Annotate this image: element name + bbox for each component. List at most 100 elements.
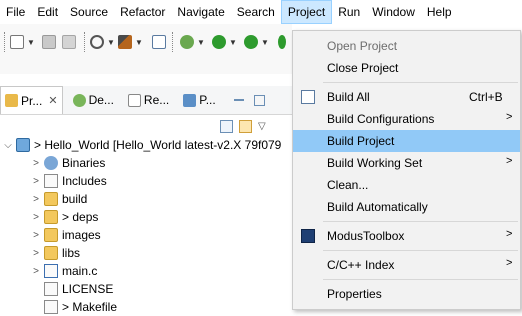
- tree-label: Includes: [62, 174, 107, 188]
- tab-registers[interactable]: Re...: [124, 86, 173, 114]
- menu-separator: [323, 82, 518, 83]
- menu-separator: [323, 250, 518, 251]
- menu-item-clean[interactable]: Clean...: [293, 174, 520, 196]
- expand-icon[interactable]: >: [30, 212, 42, 223]
- menu-item-build-project[interactable]: Build Project: [293, 130, 520, 152]
- menu-item-build-configurations[interactable]: Build Configurations >: [293, 108, 520, 130]
- debug-icon: [72, 93, 86, 107]
- expand-icon[interactable]: ⌵: [2, 140, 14, 151]
- build-button[interactable]: ▼: [118, 34, 143, 50]
- close-icon[interactable]: ✕: [48, 94, 57, 107]
- expand-icon[interactable]: >: [30, 194, 42, 205]
- tree-label: images: [62, 228, 101, 242]
- expand-icon[interactable]: >: [30, 266, 42, 277]
- more-toolbar-button[interactable]: [278, 34, 286, 50]
- project-tree: ⌵ > Hello_World [Hello_World latest-v2.X…: [0, 135, 292, 314]
- play-icon: [212, 35, 226, 49]
- save-button[interactable]: [42, 34, 56, 50]
- includes-icon: [44, 174, 58, 188]
- tree-row-project[interactable]: ⌵ > Hello_World [Hello_World latest-v2.X…: [2, 136, 281, 154]
- expand-icon[interactable]: >: [30, 230, 42, 241]
- tree-label: > Hello_World [Hello_World latest-v2.X 7…: [34, 138, 282, 152]
- external-tools-icon: [244, 35, 258, 49]
- tab-project-explorer[interactable]: Pr... ✕: [0, 86, 63, 114]
- bug-icon: [180, 35, 194, 49]
- menu-item-open-project[interactable]: Open Project: [293, 35, 520, 57]
- run-button[interactable]: ▼: [212, 34, 237, 50]
- menu-item-label: Build Automatically: [327, 200, 428, 214]
- chevron-down-icon: ▼: [107, 37, 115, 47]
- menu-item-label: Close Project: [327, 61, 399, 75]
- tree-row[interactable]: > main.c: [30, 262, 97, 280]
- menu-refactor[interactable]: Refactor: [114, 0, 171, 24]
- modustoolbox-icon: [301, 229, 315, 243]
- save-icon: [42, 35, 56, 49]
- menu-item-label: ModusToolbox: [327, 229, 405, 243]
- menu-edit[interactable]: Edit: [31, 0, 64, 24]
- menu-separator: [323, 279, 518, 280]
- main-toolbar: ▼ ▼ ▼ ▼ ▼ ▼: [0, 24, 292, 74]
- menu-item-build-working-set[interactable]: Build Working Set >: [293, 152, 520, 174]
- tab-label: Re...: [143, 93, 170, 107]
- tab-label: De...: [88, 93, 114, 107]
- maximize-button[interactable]: [253, 94, 265, 106]
- green-dot-icon: [278, 35, 286, 49]
- tree-row[interactable]: > images: [30, 226, 101, 244]
- tab-peripherals[interactable]: P...: [179, 86, 219, 114]
- chevron-down-icon: ▼: [261, 37, 269, 47]
- minimize-button[interactable]: [233, 99, 244, 101]
- submenu-arrow-icon: >: [506, 155, 513, 167]
- expand-icon[interactable]: >: [30, 176, 42, 187]
- menu-file[interactable]: File: [0, 0, 31, 24]
- collapse-all-icon[interactable]: [220, 119, 233, 133]
- menu-separator: [323, 221, 518, 222]
- external-tools-button[interactable]: ▼: [244, 34, 269, 50]
- menu-item-label: Build Working Set: [327, 156, 423, 170]
- tree-label: > Makefile: [62, 300, 118, 314]
- save-all-button[interactable]: [62, 34, 76, 50]
- debug-button[interactable]: ▼: [180, 34, 205, 50]
- tree-row[interactable]: > libs: [30, 244, 80, 262]
- tree-row[interactable]: > build: [30, 190, 87, 208]
- menu-item-build-all[interactable]: Build All Ctrl+B: [293, 86, 520, 108]
- tree-label: build: [62, 192, 88, 206]
- toolbar-separator: [172, 32, 174, 52]
- menu-run[interactable]: Run: [332, 0, 366, 24]
- project-icon: [16, 138, 30, 152]
- chevron-down-icon: ▼: [197, 37, 205, 47]
- menu-item-modustoolbox[interactable]: ModusToolbox >: [293, 225, 520, 247]
- menu-window[interactable]: Window: [366, 0, 421, 24]
- menu-item-properties[interactable]: Properties: [293, 283, 520, 305]
- tab-label: P...: [199, 93, 216, 107]
- menu-item-cpp-index[interactable]: C/C++ Index >: [293, 254, 520, 276]
- tree-row[interactable]: LICENSE: [30, 280, 113, 298]
- expand-icon[interactable]: >: [30, 248, 42, 259]
- view-tabs: Pr... ✕ De... Re... P...: [0, 86, 292, 115]
- tab-debug[interactable]: De...: [69, 86, 118, 114]
- file-icon: [44, 300, 58, 314]
- link-editor-icon[interactable]: [239, 119, 252, 133]
- chevron-down-icon: ▼: [229, 37, 237, 47]
- binaries-icon: [44, 156, 58, 170]
- debug-config-button[interactable]: ▼: [90, 34, 115, 50]
- tree-label: Binaries: [62, 156, 106, 170]
- menu-source[interactable]: Source: [64, 0, 114, 24]
- menu-project[interactable]: Project: [280, 0, 333, 24]
- folder-icon: [44, 192, 58, 206]
- menu-item-build-automatically[interactable]: Build Automatically: [293, 196, 520, 218]
- menu-help[interactable]: Help: [421, 0, 458, 24]
- tree-row[interactable]: > Makefile: [30, 298, 117, 316]
- tree-row[interactable]: > > deps: [30, 208, 98, 226]
- build-all-icon: [301, 90, 315, 104]
- binary-button[interactable]: [152, 34, 166, 50]
- menu-search[interactable]: Search: [231, 0, 281, 24]
- menu-navigate[interactable]: Navigate: [171, 0, 230, 24]
- new-button[interactable]: ▼: [10, 34, 35, 50]
- tree-row[interactable]: > Binaries: [30, 154, 105, 172]
- tree-row[interactable]: > Includes: [30, 172, 107, 190]
- menu-item-close-project[interactable]: Close Project: [293, 57, 520, 79]
- menu-item-label: Clean...: [327, 178, 369, 192]
- toolbar-separator: [4, 32, 6, 52]
- expand-icon[interactable]: >: [30, 158, 42, 169]
- view-menu-icon[interactable]: ▽: [258, 121, 266, 132]
